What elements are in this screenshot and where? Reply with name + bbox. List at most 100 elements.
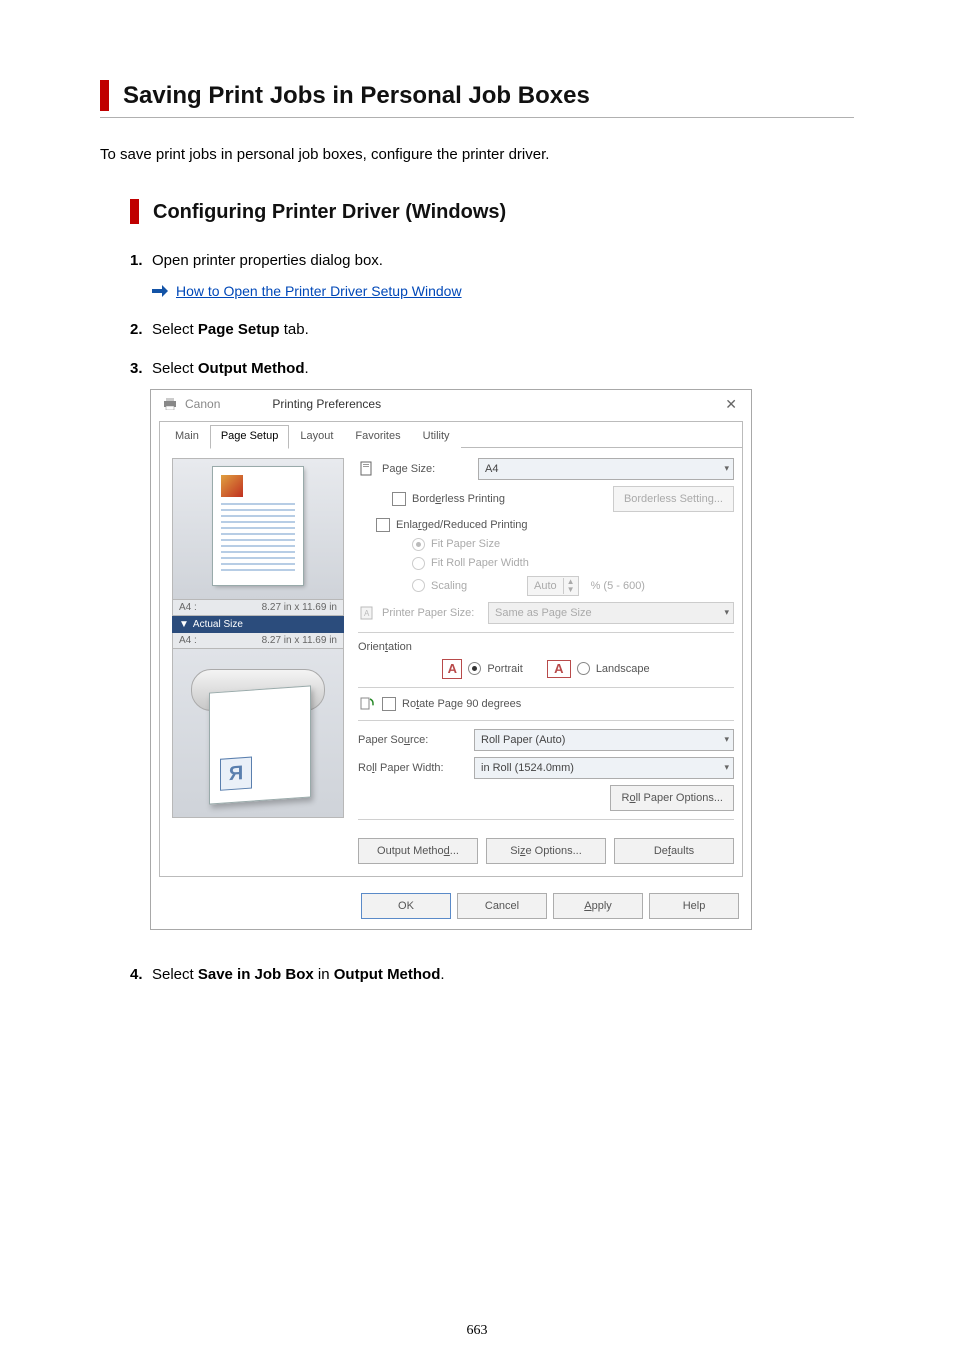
enlarged-checkbox[interactable] <box>376 518 390 532</box>
printing-preferences-dialog: Canon Printing Preferences ✕ Main Page S… <box>150 389 752 930</box>
down-arrow-icon: ▼ <box>179 619 189 630</box>
borderless-checkbox[interactable] <box>392 492 406 506</box>
step-2-post: tab. <box>280 321 309 338</box>
dialog-titlebar: Canon Printing Preferences ✕ <box>151 390 751 417</box>
tab-favorites[interactable]: Favorites <box>344 425 411 449</box>
actual-size-label: Actual Size <box>193 619 243 630</box>
step-number: 4. <box>130 966 152 983</box>
step-2: 2. Select Page Setup tab. <box>130 321 854 338</box>
step-3-pre: Select <box>152 360 198 377</box>
step-3-bold: Output Method <box>198 360 305 377</box>
cancel-button[interactable]: Cancel <box>457 893 547 919</box>
step-2-bold: Page Setup <box>198 321 280 338</box>
page-size-value: A4 <box>485 463 498 475</box>
preview-a4-label-2: A4 : <box>179 635 197 646</box>
accent-bar <box>130 199 139 224</box>
tab-utility[interactable]: Utility <box>412 425 461 449</box>
scaling-value: Auto <box>528 580 563 592</box>
arrow-right-icon <box>152 285 168 297</box>
roll-paper-options-button[interactable]: Roll Paper Options... <box>610 785 734 811</box>
landscape-icon: A <box>547 660 571 678</box>
chevron-down-icon: ▾ <box>724 463 729 474</box>
roll-width-value: in Roll (1524.0mm) <box>481 762 574 774</box>
accent-bar <box>100 80 109 111</box>
step-4-post: . <box>440 966 444 983</box>
heading-2: Configuring Printer Driver (Windows) <box>130 199 854 224</box>
step-2-pre: Select <box>152 321 198 338</box>
close-icon[interactable]: ✕ <box>721 396 741 413</box>
step-4-mid: in <box>314 966 334 983</box>
svg-text:A: A <box>364 609 370 618</box>
preview-dims-2: 8.27 in x 11.69 in <box>262 635 337 646</box>
preview-a4-label: A4 : <box>179 602 197 613</box>
portrait-radio[interactable] <box>468 662 481 675</box>
rotate-icon <box>358 696 376 712</box>
paper-size-icon: A <box>358 605 376 621</box>
scaling-range: % (5 - 600) <box>591 580 645 592</box>
enlarged-label: Enlarged/Reduced Printing <box>396 519 528 531</box>
page-preview-top <box>172 458 344 600</box>
heading-1-text: Saving Print Jobs in Personal Job Boxes <box>123 80 590 111</box>
page-preview-bottom: R <box>172 649 344 818</box>
heading-1: Saving Print Jobs in Personal Job Boxes <box>100 80 854 118</box>
borderless-setting-button: Borderless Setting... <box>613 486 734 512</box>
printer-paper-combo: Same as Page Size ▾ <box>488 602 734 624</box>
rotate-label: Rotate Page 90 degrees <box>402 698 521 710</box>
step-4-bold1: Save in Job Box <box>198 966 314 983</box>
landscape-radio[interactable] <box>577 662 590 675</box>
printer-paper-label: Printer Paper Size: <box>382 607 482 619</box>
size-options-button[interactable]: Size Options... <box>486 838 606 864</box>
fit-paper-radio <box>412 538 425 551</box>
chevron-down-icon: ▾ <box>724 607 729 618</box>
defaults-button[interactable]: Defaults <box>614 838 734 864</box>
help-button[interactable]: Help <box>649 893 739 919</box>
roll-width-label: Roll Paper Width: <box>358 762 468 774</box>
step-3: 3. Select Output Method. <box>130 360 854 377</box>
tab-main[interactable]: Main <box>164 425 210 449</box>
step-number: 3. <box>130 360 152 377</box>
tab-layout[interactable]: Layout <box>289 425 344 449</box>
paper-source-label: Paper Source: <box>358 734 468 746</box>
fit-roll-label: Fit Roll Paper Width <box>431 557 529 569</box>
chevron-down-icon: ▾ <box>724 762 729 773</box>
preview-label-bottom: A4 : 8.27 in x 11.69 in <box>172 633 344 649</box>
output-method-button[interactable]: Output Method... <box>358 838 478 864</box>
orientation-label: Orientation <box>358 641 412 653</box>
portrait-label: Portrait <box>487 663 522 675</box>
intro-text: To save print jobs in personal job boxes… <box>100 146 854 163</box>
dialog-footer: OK Cancel Apply Help <box>151 885 751 929</box>
apply-button[interactable]: Apply <box>553 893 643 919</box>
preview-dims: 8.27 in x 11.69 in <box>262 602 337 613</box>
portrait-icon: A <box>442 659 462 679</box>
step-4: 4. Select Save in Job Box in Output Meth… <box>130 966 854 983</box>
rotate-checkbox[interactable] <box>382 697 396 711</box>
actual-size-bar: ▼ Actual Size <box>172 616 344 633</box>
printer-paper-value: Same as Page Size <box>495 607 592 619</box>
scaling-spinner: Auto ▲▼ <box>527 576 579 596</box>
page-number: 663 <box>100 1323 854 1369</box>
page-size-combo[interactable]: A4 ▾ <box>478 458 734 480</box>
landscape-label: Landscape <box>596 663 650 675</box>
step-4-pre: Select <box>152 966 198 983</box>
paper-source-combo[interactable]: Roll Paper (Auto) ▾ <box>474 729 734 751</box>
page-size-icon <box>358 461 376 477</box>
setup-window-link[interactable]: How to Open the Printer Driver Setup Win… <box>176 283 462 299</box>
step-4-bold2: Output Method <box>334 966 441 983</box>
preview-pane: A4 : 8.27 in x 11.69 in ▼ Actual Size A4… <box>172 458 344 864</box>
printer-icon <box>161 396 179 412</box>
page-size-label: Page Size: <box>382 463 472 475</box>
fit-paper-label: Fit Paper Size <box>431 538 500 550</box>
step-number: 1. <box>130 252 152 299</box>
dialog-tabs: Main Page Setup Layout Favorites Utility <box>160 422 742 448</box>
scaling-radio <box>412 579 425 592</box>
step-1-text: Open printer properties dialog box. <box>152 252 383 269</box>
preview-label-top: A4 : 8.27 in x 11.69 in <box>172 600 344 616</box>
dialog-title: Printing Preferences <box>272 397 381 411</box>
ok-button[interactable]: OK <box>361 893 451 919</box>
tab-page-setup[interactable]: Page Setup <box>210 425 290 449</box>
step-1: 1. Open printer properties dialog box. H… <box>130 252 854 299</box>
paper-source-value: Roll Paper (Auto) <box>481 734 565 746</box>
roll-width-combo[interactable]: in Roll (1524.0mm) ▾ <box>474 757 734 779</box>
dialog-brand: Canon <box>185 397 220 411</box>
heading-2-text: Configuring Printer Driver (Windows) <box>153 199 506 224</box>
